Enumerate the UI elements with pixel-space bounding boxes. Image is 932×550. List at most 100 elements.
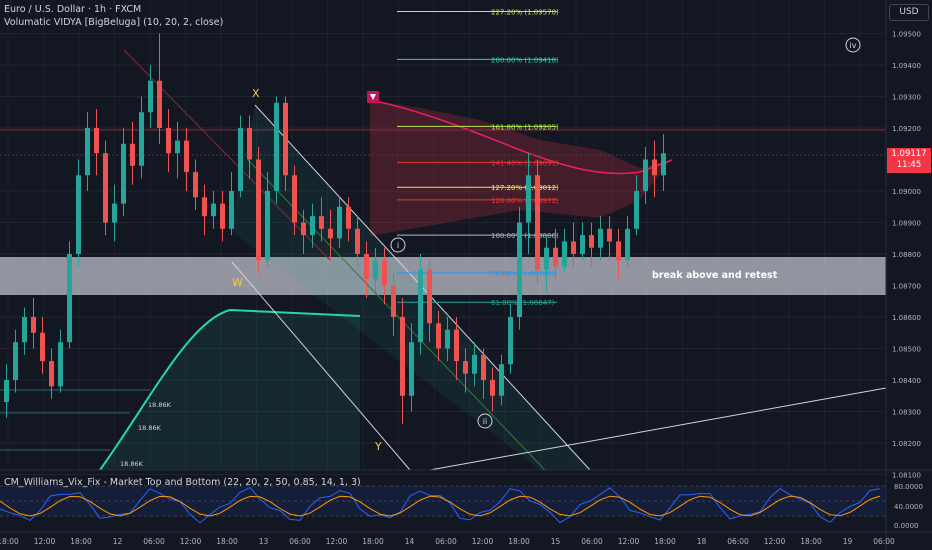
chart-canvas[interactable]: 227.20% (1.09570) 200.00% (1.09418) 161.80… [0, 0, 932, 550]
candle [49, 348, 54, 399]
candle-body [355, 228, 360, 254]
fib-level-label: 100.00% (1.08860) [491, 232, 559, 240]
indicator-title[interactable]: Volumatic VIDYA [BigBeluga] (10, 20, 2, … [4, 17, 223, 28]
fib-level-label: 78.60% (1.08740) [491, 270, 555, 278]
candle-body [535, 175, 540, 270]
time-axis-label: 18:00 [362, 537, 384, 546]
candle-body [220, 203, 225, 229]
candle-body [310, 216, 315, 236]
candle [148, 65, 153, 128]
candle [517, 206, 522, 330]
candle [211, 191, 216, 229]
price-axis-label: 1.08400 [892, 377, 921, 385]
candle-body [166, 128, 171, 154]
candle-body [616, 241, 621, 261]
candle-body [472, 354, 477, 374]
zone-label: break above and retest [652, 270, 778, 281]
time-axis-label: 06:00 [435, 537, 457, 546]
candle-body [13, 342, 18, 380]
candle [193, 159, 198, 210]
candle [58, 329, 63, 393]
fib-level-label: 127.20% (1.09012) [491, 184, 559, 192]
candle [580, 222, 585, 261]
osc-axis-label: 40.0000 [894, 503, 923, 511]
candle-body [562, 241, 567, 267]
candle-body [238, 128, 243, 191]
price-axis-label: 1.08100 [892, 472, 921, 480]
lower-indicator-title[interactable]: CM_Williams_Vix_Fix - Market Top and Bot… [4, 477, 361, 488]
last-price-value: 1.09117 [891, 149, 927, 159]
candle-body [148, 80, 153, 113]
time-axis-label: 18:00 [216, 537, 238, 546]
candle [13, 329, 18, 393]
candle-body [265, 191, 270, 261]
candle-body [481, 354, 486, 380]
symbol-title[interactable]: Euro / U.S. Dollar · 1h · FXCM [4, 4, 141, 15]
time-axis-label: 18:00 [70, 537, 92, 546]
candle [400, 298, 405, 425]
candle-body [463, 361, 468, 374]
volume-label: 18.86K [148, 401, 172, 409]
candle [112, 184, 117, 242]
fib-level-label: 120.00% (1.08972) [491, 197, 559, 205]
price-axis-label: 1.08700 [892, 283, 921, 291]
candle-body [184, 140, 189, 173]
wave-label-x: X [252, 87, 260, 100]
time-axis-label: 12:00 [618, 537, 640, 546]
candle-body [400, 317, 405, 396]
time-axis-label: 15 [551, 537, 561, 546]
candle-body [382, 260, 387, 286]
candle-body [94, 128, 99, 154]
time-axis-label: 13 [259, 537, 269, 546]
fib-level-label: 141.40% (1.09091) [491, 159, 559, 167]
candle [229, 172, 234, 236]
fib-level-label: 161.80% (1.09205) [491, 123, 559, 131]
candle-body [76, 175, 81, 254]
candle-body [508, 317, 513, 365]
candle [274, 96, 279, 204]
candle-body [274, 102, 279, 191]
candle-body [319, 216, 324, 229]
candle-body [580, 235, 585, 254]
candle-body [256, 159, 261, 261]
candle-body [598, 228, 603, 248]
currency-selector[interactable]: USD [889, 4, 929, 21]
bar-countdown: 11:45 [896, 160, 922, 170]
candle-body [157, 80, 162, 128]
candle-body [409, 342, 414, 396]
candle-body [211, 203, 216, 217]
candle-body [346, 206, 351, 229]
chart-app: 227.20% (1.09570) 200.00% (1.09418) 161.80… [0, 0, 932, 550]
price-axis-label: 1.09200 [892, 125, 921, 133]
candle-body [112, 203, 117, 223]
time-axis-label: 18:00 [508, 537, 530, 546]
candle-body [121, 143, 126, 204]
time-axis-label: 12:00 [764, 537, 786, 546]
price-axis-label: 1.09000 [892, 188, 921, 196]
candle-body [436, 323, 441, 349]
price-axis-label: 1.09300 [892, 94, 921, 102]
candle-body [67, 254, 72, 343]
candle [103, 140, 108, 236]
wave-label-iv: iv [850, 41, 857, 50]
last-price-tag: 1.09117 11:45 [887, 148, 931, 173]
price-axis-label: 1.09500 [892, 31, 921, 39]
candle-body [571, 241, 576, 254]
time-axis-label: 18 [697, 537, 707, 546]
candle-body [31, 317, 36, 333]
fib-level-label: 227.20% (1.09570) [491, 8, 559, 16]
wave-label-y: Y [374, 440, 382, 453]
volume-label: 18.86K [138, 424, 162, 432]
candle [652, 140, 657, 198]
candle-body [49, 361, 54, 387]
osc-axis-label: 80.0000 [894, 483, 923, 491]
candle [661, 134, 666, 191]
candle [184, 128, 189, 191]
candle-body [22, 317, 27, 343]
time-axis-label: 06:00 [289, 537, 311, 546]
candle-body [4, 380, 9, 403]
candle [625, 216, 630, 267]
time-axis-label: 06:00 [873, 537, 895, 546]
candle-body [229, 191, 234, 229]
candle-body [544, 247, 549, 270]
